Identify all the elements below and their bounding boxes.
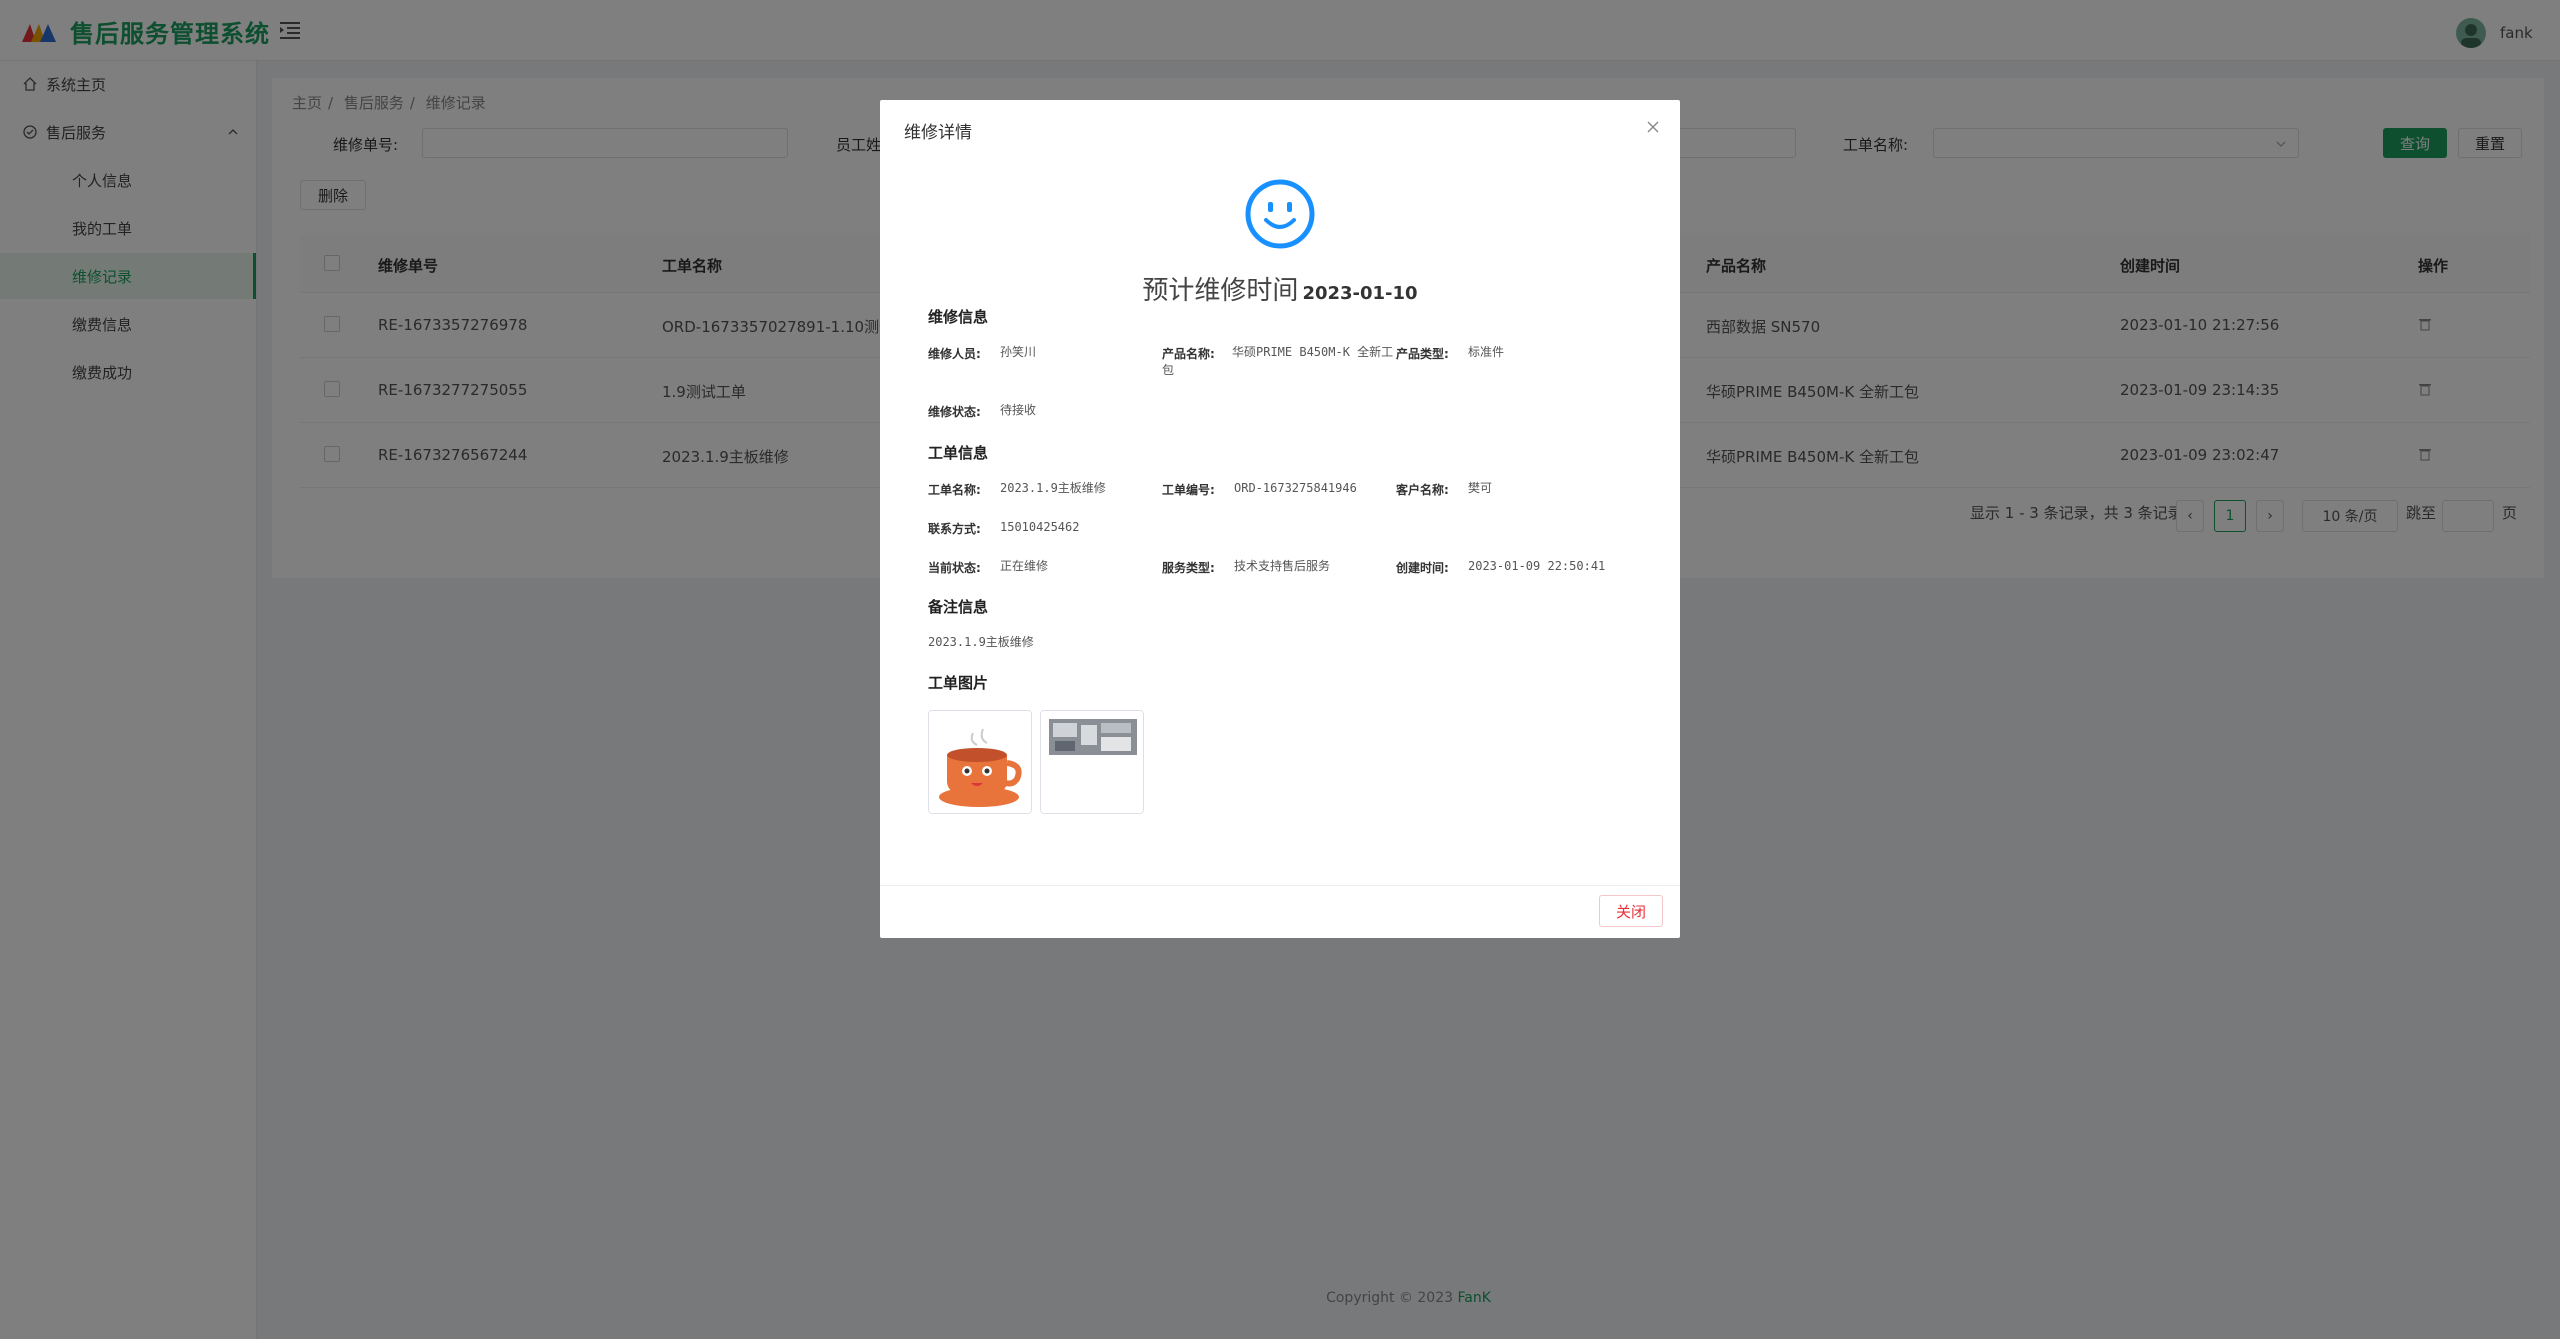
contact-label: 联系方式: — [928, 522, 981, 536]
product-name-value: 华硕PRIME B450M-K 全新工包 — [1162, 345, 1394, 377]
remark-section-title: 备注信息 — [928, 598, 989, 616]
eta-heading: 预计维修时间 2023-01-10 — [880, 270, 1680, 307]
state-label: 当前状态: — [928, 561, 981, 575]
motherboard-image — [1041, 711, 1143, 813]
eta-date: 2023-01-10 — [1302, 283, 1418, 304]
repair-person-label: 维修人员: — [928, 347, 981, 361]
ticket-name-value: 2023.1.9主板维修 — [1000, 481, 1106, 495]
repair-status-label: 维修状态: — [928, 405, 981, 419]
modal-title: 维修详情 — [904, 123, 972, 143]
repair-person-value: 孙笑川 — [1000, 345, 1037, 359]
remark-value: 2023.1.9主板维修 — [928, 635, 1034, 649]
created-value: 2023-01-09 22:50:41 — [1468, 559, 1606, 573]
ticket-name-label: 工单名称: — [928, 483, 981, 497]
product-type-label: 产品类型: — [1396, 347, 1449, 361]
product-type-value: 标准件 — [1468, 345, 1505, 359]
eta-label: 预计维修时间 — [1142, 276, 1299, 306]
repair-section-title: 维修信息 — [928, 308, 989, 326]
close-button[interactable]: 关闭 — [1599, 895, 1663, 927]
repair-status-value: 待接收 — [1000, 403, 1037, 417]
contact-value: 15010425462 — [1000, 520, 1080, 534]
ticket-section-title: 工单信息 — [928, 444, 989, 462]
ticket-image-thumbnail[interactable] — [928, 710, 1032, 814]
service-type-value: 技术支持售后服务 — [1234, 559, 1331, 573]
customer-label: 客户名称: — [1396, 483, 1449, 497]
customer-value: 樊可 — [1468, 481, 1493, 495]
smile-icon — [1245, 179, 1315, 249]
service-type-label: 服务类型: — [1162, 561, 1215, 575]
coffee-cup-image — [929, 711, 1031, 813]
created-label: 创建时间: — [1396, 561, 1449, 575]
ticket-no-label: 工单编号: — [1162, 483, 1215, 497]
state-value: 正在维修 — [1000, 559, 1049, 573]
images-section-title: 工单图片 — [928, 674, 989, 692]
ticket-image-thumbnail[interactable] — [1040, 710, 1144, 814]
repair-detail-modal: 维修详情 预计维修时间 2023-01-10 维修信息 维修人员: 孙笑川 产品名… — [880, 100, 1680, 938]
ticket-no-value: ORD-1673275841946 — [1234, 481, 1357, 495]
modal-footer-divider — [880, 885, 1680, 886]
close-icon[interactable] — [1646, 120, 1660, 134]
